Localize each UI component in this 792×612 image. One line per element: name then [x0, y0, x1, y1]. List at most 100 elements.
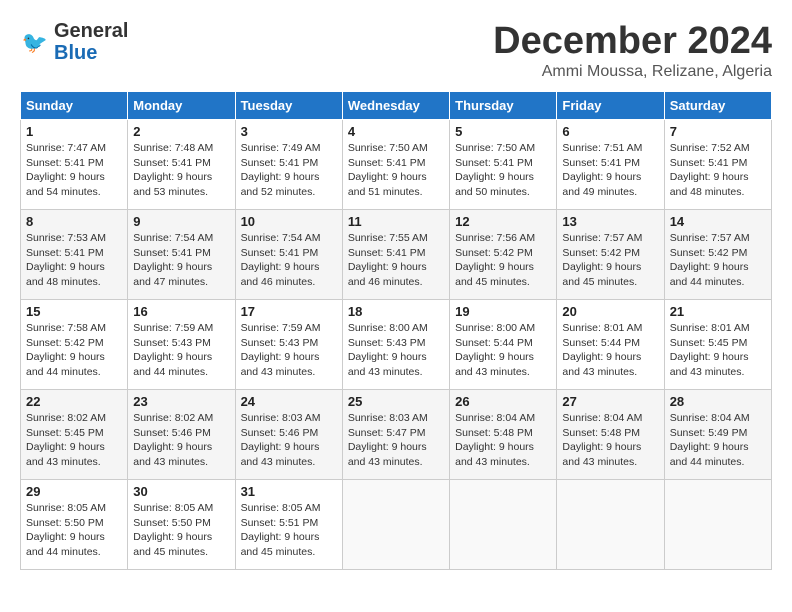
day-info: Sunrise: 8:02 AM Sunset: 5:46 PM Dayligh… — [133, 411, 229, 470]
day-info: Sunrise: 7:56 AM Sunset: 5:42 PM Dayligh… — [455, 231, 551, 290]
weekday-header-tuesday: Tuesday — [235, 92, 342, 120]
day-info: Sunrise: 7:47 AM Sunset: 5:41 PM Dayligh… — [26, 141, 122, 200]
calendar-cell: 6 Sunrise: 7:51 AM Sunset: 5:41 PM Dayli… — [557, 120, 664, 210]
day-number: 6 — [562, 124, 658, 139]
logo: 🐦 General Blue — [20, 20, 128, 64]
location-title: Ammi Moussa, Relizane, Algeria — [493, 63, 772, 81]
day-number: 17 — [241, 304, 337, 319]
calendar-cell: 14 Sunrise: 7:57 AM Sunset: 5:42 PM Dayl… — [664, 210, 771, 300]
day-info: Sunrise: 7:59 AM Sunset: 5:43 PM Dayligh… — [241, 321, 337, 380]
day-number: 11 — [348, 214, 444, 229]
calendar-cell: 27 Sunrise: 8:04 AM Sunset: 5:48 PM Dayl… — [557, 390, 664, 480]
calendar-cell: 17 Sunrise: 7:59 AM Sunset: 5:43 PM Dayl… — [235, 300, 342, 390]
day-number: 14 — [670, 214, 766, 229]
calendar-cell: 16 Sunrise: 7:59 AM Sunset: 5:43 PM Dayl… — [128, 300, 235, 390]
day-number: 15 — [26, 304, 122, 319]
day-info: Sunrise: 8:05 AM Sunset: 5:51 PM Dayligh… — [241, 501, 337, 560]
day-info: Sunrise: 8:03 AM Sunset: 5:47 PM Dayligh… — [348, 411, 444, 470]
day-info: Sunrise: 7:57 AM Sunset: 5:42 PM Dayligh… — [562, 231, 658, 290]
day-info: Sunrise: 7:58 AM Sunset: 5:42 PM Dayligh… — [26, 321, 122, 380]
day-info: Sunrise: 8:02 AM Sunset: 5:45 PM Dayligh… — [26, 411, 122, 470]
day-number: 9 — [133, 214, 229, 229]
day-info: Sunrise: 7:49 AM Sunset: 5:41 PM Dayligh… — [241, 141, 337, 200]
calendar-cell: 3 Sunrise: 7:49 AM Sunset: 5:41 PM Dayli… — [235, 120, 342, 210]
calendar-cell: 24 Sunrise: 8:03 AM Sunset: 5:46 PM Dayl… — [235, 390, 342, 480]
day-number: 8 — [26, 214, 122, 229]
day-info: Sunrise: 7:55 AM Sunset: 5:41 PM Dayligh… — [348, 231, 444, 290]
day-number: 31 — [241, 484, 337, 499]
logo-blue: Blue — [54, 42, 128, 64]
day-number: 25 — [348, 394, 444, 409]
calendar-cell: 15 Sunrise: 7:58 AM Sunset: 5:42 PM Dayl… — [21, 300, 128, 390]
calendar-cell: 25 Sunrise: 8:03 AM Sunset: 5:47 PM Dayl… — [342, 390, 449, 480]
day-info: Sunrise: 8:00 AM Sunset: 5:44 PM Dayligh… — [455, 321, 551, 380]
day-number: 12 — [455, 214, 551, 229]
day-number: 2 — [133, 124, 229, 139]
day-info: Sunrise: 8:01 AM Sunset: 5:44 PM Dayligh… — [562, 321, 658, 380]
day-info: Sunrise: 8:04 AM Sunset: 5:48 PM Dayligh… — [562, 411, 658, 470]
calendar: SundayMondayTuesdayWednesdayThursdayFrid… — [20, 91, 772, 570]
calendar-cell: 11 Sunrise: 7:55 AM Sunset: 5:41 PM Dayl… — [342, 210, 449, 300]
calendar-cell: 13 Sunrise: 7:57 AM Sunset: 5:42 PM Dayl… — [557, 210, 664, 300]
day-info: Sunrise: 8:03 AM Sunset: 5:46 PM Dayligh… — [241, 411, 337, 470]
day-info: Sunrise: 7:51 AM Sunset: 5:41 PM Dayligh… — [562, 141, 658, 200]
day-info: Sunrise: 7:57 AM Sunset: 5:42 PM Dayligh… — [670, 231, 766, 290]
day-info: Sunrise: 8:05 AM Sunset: 5:50 PM Dayligh… — [26, 501, 122, 560]
calendar-cell: 10 Sunrise: 7:54 AM Sunset: 5:41 PM Dayl… — [235, 210, 342, 300]
calendar-cell: 20 Sunrise: 8:01 AM Sunset: 5:44 PM Dayl… — [557, 300, 664, 390]
day-number: 22 — [26, 394, 122, 409]
calendar-cell — [342, 480, 449, 570]
calendar-cell: 9 Sunrise: 7:54 AM Sunset: 5:41 PM Dayli… — [128, 210, 235, 300]
day-number: 18 — [348, 304, 444, 319]
day-number: 5 — [455, 124, 551, 139]
day-number: 20 — [562, 304, 658, 319]
calendar-cell: 12 Sunrise: 7:56 AM Sunset: 5:42 PM Dayl… — [450, 210, 557, 300]
logo-general: General — [54, 20, 128, 42]
day-info: Sunrise: 8:04 AM Sunset: 5:49 PM Dayligh… — [670, 411, 766, 470]
calendar-cell: 21 Sunrise: 8:01 AM Sunset: 5:45 PM Dayl… — [664, 300, 771, 390]
day-info: Sunrise: 7:59 AM Sunset: 5:43 PM Dayligh… — [133, 321, 229, 380]
calendar-cell: 4 Sunrise: 7:50 AM Sunset: 5:41 PM Dayli… — [342, 120, 449, 210]
day-number: 7 — [670, 124, 766, 139]
weekday-header-wednesday: Wednesday — [342, 92, 449, 120]
calendar-cell — [664, 480, 771, 570]
day-number: 4 — [348, 124, 444, 139]
calendar-cell: 28 Sunrise: 8:04 AM Sunset: 5:49 PM Dayl… — [664, 390, 771, 480]
day-number: 19 — [455, 304, 551, 319]
day-number: 1 — [26, 124, 122, 139]
day-info: Sunrise: 7:54 AM Sunset: 5:41 PM Dayligh… — [241, 231, 337, 290]
title-section: December 2024 Ammi Moussa, Relizane, Alg… — [493, 20, 772, 81]
weekday-header-friday: Friday — [557, 92, 664, 120]
day-number: 16 — [133, 304, 229, 319]
calendar-cell: 7 Sunrise: 7:52 AM Sunset: 5:41 PM Dayli… — [664, 120, 771, 210]
calendar-cell — [557, 480, 664, 570]
day-number: 10 — [241, 214, 337, 229]
calendar-cell: 29 Sunrise: 8:05 AM Sunset: 5:50 PM Dayl… — [21, 480, 128, 570]
day-info: Sunrise: 8:00 AM Sunset: 5:43 PM Dayligh… — [348, 321, 444, 380]
day-number: 28 — [670, 394, 766, 409]
weekday-header-saturday: Saturday — [664, 92, 771, 120]
day-number: 13 — [562, 214, 658, 229]
calendar-cell: 22 Sunrise: 8:02 AM Sunset: 5:45 PM Dayl… — [21, 390, 128, 480]
day-info: Sunrise: 8:05 AM Sunset: 5:50 PM Dayligh… — [133, 501, 229, 560]
calendar-cell: 30 Sunrise: 8:05 AM Sunset: 5:50 PM Dayl… — [128, 480, 235, 570]
calendar-cell: 23 Sunrise: 8:02 AM Sunset: 5:46 PM Dayl… — [128, 390, 235, 480]
calendar-cell: 18 Sunrise: 8:00 AM Sunset: 5:43 PM Dayl… — [342, 300, 449, 390]
calendar-cell: 1 Sunrise: 7:47 AM Sunset: 5:41 PM Dayli… — [21, 120, 128, 210]
weekday-header-thursday: Thursday — [450, 92, 557, 120]
weekday-header-sunday: Sunday — [21, 92, 128, 120]
day-info: Sunrise: 8:04 AM Sunset: 5:48 PM Dayligh… — [455, 411, 551, 470]
calendar-cell: 19 Sunrise: 8:00 AM Sunset: 5:44 PM Dayl… — [450, 300, 557, 390]
day-info: Sunrise: 7:50 AM Sunset: 5:41 PM Dayligh… — [455, 141, 551, 200]
day-info: Sunrise: 7:54 AM Sunset: 5:41 PM Dayligh… — [133, 231, 229, 290]
day-number: 24 — [241, 394, 337, 409]
calendar-cell: 26 Sunrise: 8:04 AM Sunset: 5:48 PM Dayl… — [450, 390, 557, 480]
day-number: 26 — [455, 394, 551, 409]
day-info: Sunrise: 8:01 AM Sunset: 5:45 PM Dayligh… — [670, 321, 766, 380]
calendar-cell: 2 Sunrise: 7:48 AM Sunset: 5:41 PM Dayli… — [128, 120, 235, 210]
day-number: 23 — [133, 394, 229, 409]
day-info: Sunrise: 7:53 AM Sunset: 5:41 PM Dayligh… — [26, 231, 122, 290]
day-number: 30 — [133, 484, 229, 499]
calendar-cell: 5 Sunrise: 7:50 AM Sunset: 5:41 PM Dayli… — [450, 120, 557, 210]
day-info: Sunrise: 7:50 AM Sunset: 5:41 PM Dayligh… — [348, 141, 444, 200]
